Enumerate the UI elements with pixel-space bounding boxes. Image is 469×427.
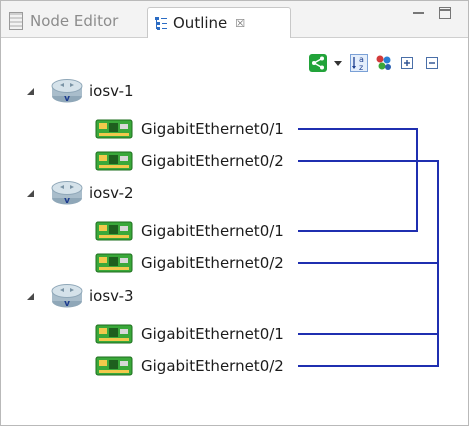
- outline-view: Node Editor Outline ☒ a z v iosv-1 Gigab…: [0, 0, 469, 426]
- link-line: [298, 128, 418, 232]
- link-lines: [298, 128, 439, 367]
- link-line: [298, 262, 439, 367]
